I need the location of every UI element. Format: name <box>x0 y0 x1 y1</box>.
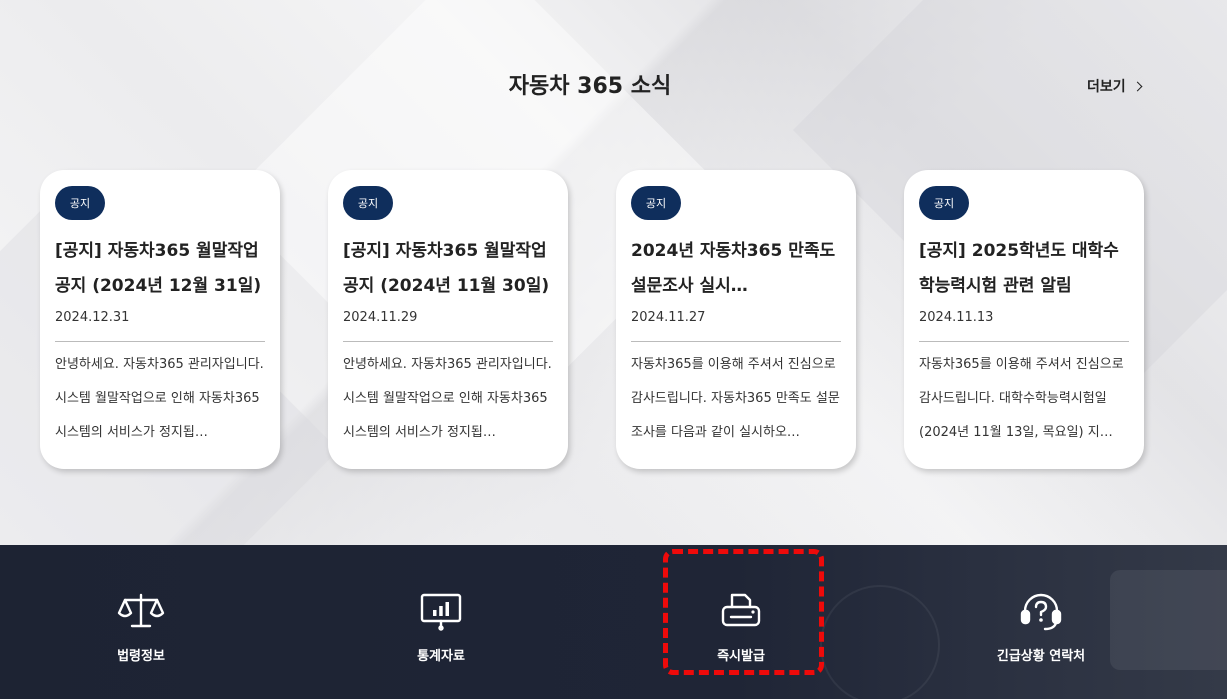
news-card[interactable]: 공지 2024년 자동차365 만족도 설문조사 실시… 2024.11.27 … <box>616 170 856 469</box>
news-section: 자동차 365 소식 더보기 공지 [공지] 자동차365 월말작업 공지 (2… <box>0 0 1227 545</box>
more-link-label: 더보기 <box>1087 79 1126 95</box>
divider <box>343 341 553 342</box>
news-card[interactable]: 공지 [공지] 2025학년도 대학수학능력시험 관련 알림 2024.11.1… <box>904 170 1144 469</box>
news-card-title[interactable]: [공지] 2025학년도 대학수학능력시험 관련 알림 <box>919 234 1129 304</box>
news-card-title[interactable]: [공지] 자동차365 월말작업 공지 (2024년 12월 31일) <box>55 234 265 304</box>
quick-link-emergency-contact[interactable]: 긴급상황 연락처 <box>961 585 1121 664</box>
quick-link-label: 긴급상황 연락처 <box>996 649 1086 664</box>
quick-link-label: 법령정보 <box>117 649 165 664</box>
notice-badge: 공지 <box>343 186 393 220</box>
news-card-body: 자동차365를 이용해 주셔서 진심으로 감사드립니다. 자동차365 만족도 … <box>631 357 840 440</box>
chart-board-icon <box>420 593 462 631</box>
chevron-right-icon <box>1132 81 1143 91</box>
highlight-box <box>663 549 824 675</box>
more-link[interactable]: 더보기 <box>1087 76 1143 96</box>
quick-link-law-info[interactable]: 법령정보 <box>61 585 221 664</box>
notice-badge: 공지 <box>55 186 105 220</box>
headset-question-icon <box>1020 593 1062 631</box>
section-title: 자동차 365 소식 <box>508 74 672 99</box>
quick-link-statistics[interactable]: 통계자료 <box>361 585 521 664</box>
news-card-title[interactable]: [공지] 자동차365 월말작업 공지 (2024년 11월 30일) <box>343 234 553 304</box>
news-card-date: 2024.11.27 <box>631 310 706 325</box>
scale-icon <box>117 593 165 628</box>
news-card-body: 안녕하세요. 자동차365 관리자입니다. 시스템 월말작업으로 인해 자동차3… <box>343 357 552 440</box>
news-card-body: 자동차365를 이용해 주셔서 진심으로 감사드립니다. 대학수학능력시험일(2… <box>919 357 1124 440</box>
news-card-date: 2024.11.13 <box>919 310 994 325</box>
news-card-date: 2024.11.29 <box>343 310 418 325</box>
news-card[interactable]: 공지 [공지] 자동차365 월말작업 공지 (2024년 12월 31일) 2… <box>40 170 280 469</box>
divider <box>55 341 265 342</box>
divider <box>631 341 841 342</box>
news-card[interactable]: 공지 [공지] 자동차365 월말작업 공지 (2024년 11월 30일) 2… <box>328 170 568 469</box>
notice-badge: 공지 <box>919 186 969 220</box>
news-card-date: 2024.12.31 <box>55 310 130 325</box>
news-card-title[interactable]: 2024년 자동차365 만족도 설문조사 실시… <box>631 234 841 304</box>
quick-links-bar: 법령정보 통계자료 즉시발급 긴급상황 연락처 <box>0 545 1227 699</box>
news-card-body: 안녕하세요. 자동차365 관리자입니다. 시스템 월말작업으로 인해 자동차3… <box>55 357 264 440</box>
quick-link-label: 통계자료 <box>417 649 465 664</box>
divider <box>919 341 1129 342</box>
background-decoration <box>820 585 940 699</box>
background-decoration <box>1110 570 1227 670</box>
notice-badge: 공지 <box>631 186 681 220</box>
